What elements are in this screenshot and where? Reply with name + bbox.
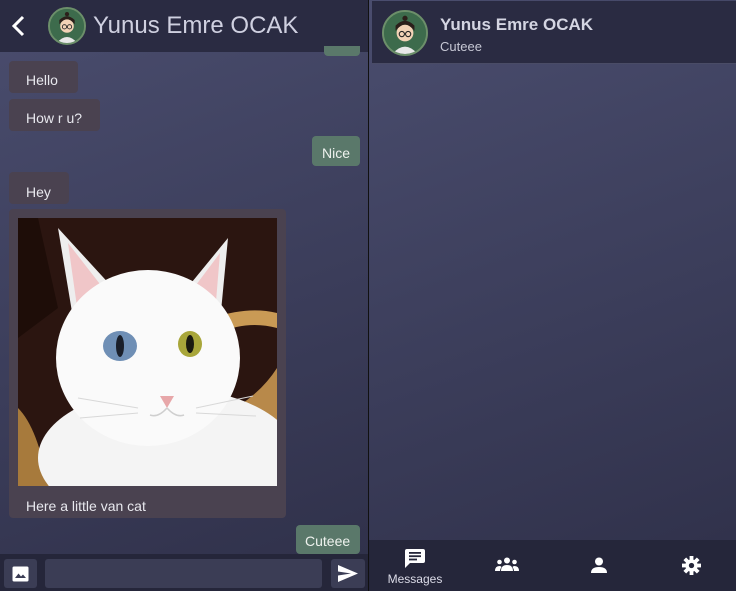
message-bubble-outgoing: Nice	[312, 136, 360, 166]
conversation-name: Yunus Emre OCAK	[440, 15, 594, 34]
photo-caption: Here a little van cat	[26, 498, 146, 514]
nav-messages[interactable]: Messages	[369, 540, 461, 591]
message-bubble-outgoing: Cuteee	[296, 525, 360, 554]
chevron-left-icon	[11, 15, 25, 37]
message-bubble-incoming: Hello	[9, 61, 78, 93]
message-input[interactable]	[45, 559, 322, 588]
message-bubble-incoming: Hey	[9, 172, 69, 204]
send-icon	[338, 565, 358, 582]
bottom-navigation: Messages	[369, 540, 736, 591]
chat-screen: Yunus Emre OCAK Hello How r u? Nice Hey	[0, 0, 368, 591]
avatar-illustration	[50, 9, 84, 43]
conversation-list-item[interactable]: Yunus Emre OCAK Cuteee	[372, 1, 736, 64]
avatar-illustration	[384, 12, 426, 54]
nav-label-messages: Messages	[387, 572, 443, 586]
nav-profile[interactable]	[553, 540, 645, 591]
cat-image	[18, 218, 277, 486]
image-icon	[12, 566, 29, 582]
message-bubble-incoming: How r u?	[9, 99, 100, 131]
chat-title: Yunus Emre OCAK	[93, 12, 299, 39]
message-bubble-partial	[324, 46, 360, 56]
conversation-last-message: Cuteee	[440, 39, 482, 54]
conversations-screen: Yunus Emre OCAK Cuteee Messages	[369, 0, 736, 591]
messages-icon	[405, 549, 425, 568]
nav-settings[interactable]	[645, 540, 736, 591]
settings-icon	[682, 556, 701, 575]
message-composer	[0, 554, 368, 591]
message-list[interactable]: Hello How r u? Nice Hey Here a little va…	[0, 46, 368, 554]
photo-message: Here a little van cat	[9, 209, 286, 518]
conversation-avatar	[382, 10, 428, 56]
send-button[interactable]	[331, 559, 365, 588]
nav-groups[interactable]	[461, 540, 553, 591]
cat-photo[interactable]	[18, 218, 277, 486]
chat-header: Yunus Emre OCAK	[0, 0, 368, 52]
back-button[interactable]	[8, 12, 30, 40]
groups-icon	[495, 557, 519, 571]
profile-icon	[591, 557, 607, 573]
contact-avatar[interactable]	[48, 7, 86, 45]
attach-image-button[interactable]	[4, 559, 37, 588]
